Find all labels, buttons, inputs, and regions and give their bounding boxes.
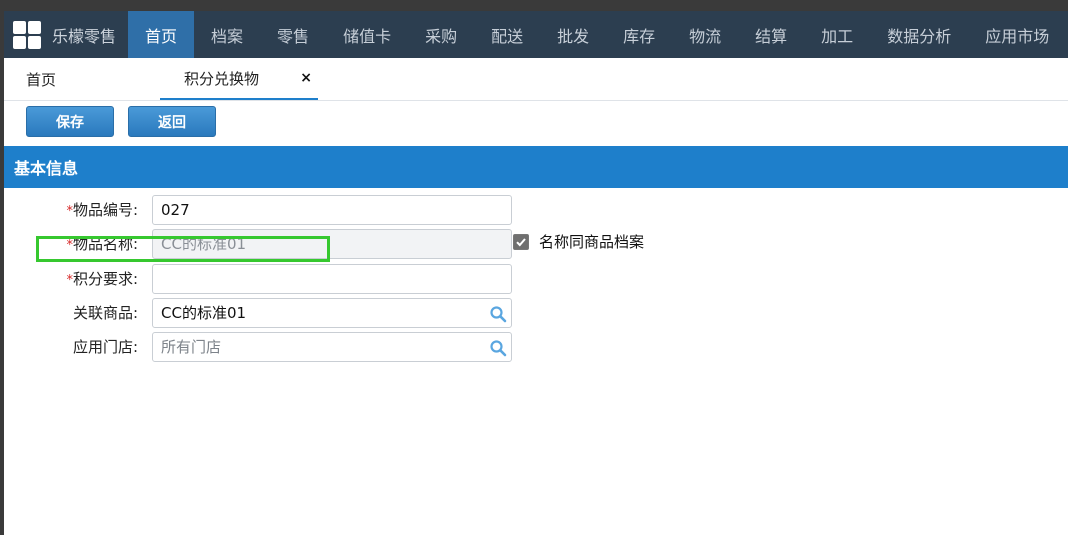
- section-header-basic-info: 基本信息: [4, 146, 1068, 188]
- applicable-store-label: 应用门店:: [72, 338, 138, 356]
- applicable-store-input[interactable]: 所有门店: [152, 332, 512, 362]
- points-requirement-label: *积分要求:: [66, 270, 138, 288]
- brand-name: 乐檬零售: [52, 26, 117, 46]
- close-icon[interactable]: ×: [300, 70, 312, 86]
- applicable-store-placeholder: 所有门店: [161, 338, 222, 356]
- checkmark-icon: [516, 237, 526, 246]
- same-name-checkbox[interactable]: [513, 233, 529, 250]
- nav-item-archive[interactable]: 档案: [194, 11, 260, 58]
- nav-item-purchase[interactable]: 采购: [408, 11, 474, 58]
- section-title: 基本信息: [14, 159, 79, 178]
- item-name-input[interactable]: CC的标准01: [152, 229, 512, 259]
- nav-item-inventory[interactable]: 库存: [606, 11, 672, 58]
- nav-item-settlement[interactable]: 结算: [738, 11, 804, 58]
- nav-item-data-analysis[interactable]: 数据分析: [870, 11, 968, 58]
- tab-points-exchange-item[interactable]: 积分兑换物 ×: [160, 58, 318, 100]
- app-grid-icon[interactable]: [10, 11, 44, 58]
- search-icon[interactable]: [489, 339, 507, 357]
- related-product-value: CC的标准01: [161, 304, 247, 322]
- window-top-edge: [0, 0, 1068, 11]
- nav-item-stored-value-card[interactable]: 储值卡: [326, 11, 408, 58]
- tab-bar: 首页 积分兑换物 ×: [4, 58, 1068, 101]
- top-navigation: 乐檬零售 首页 档案 零售 储值卡 采购 配送 批发 库存 物流 结算 加工 数…: [4, 11, 1068, 58]
- nav-item-home[interactable]: 首页: [128, 11, 195, 58]
- nav-item-delivery[interactable]: 配送: [474, 11, 540, 58]
- same-name-checkbox-row[interactable]: 名称同商品档案: [513, 231, 644, 252]
- item-code-input[interactable]: 027: [152, 195, 512, 225]
- same-name-checkbox-label: 名称同商品档案: [539, 233, 645, 251]
- related-product-label: 关联商品:: [72, 304, 138, 322]
- points-requirement-input[interactable]: [152, 264, 512, 294]
- nav-item-retail[interactable]: 零售: [260, 11, 326, 58]
- save-button[interactable]: 保存: [26, 106, 114, 137]
- nav-item-logistics[interactable]: 物流: [672, 11, 738, 58]
- search-icon[interactable]: [489, 305, 507, 323]
- item-name-label: *物品名称:: [66, 235, 138, 253]
- nav-item-wholesale[interactable]: 批发: [540, 11, 606, 58]
- nav-item-processing[interactable]: 加工: [804, 11, 870, 58]
- back-button[interactable]: 返回: [128, 106, 216, 137]
- tab-current-label: 积分兑换物: [184, 69, 260, 88]
- item-code-label: *物品编号:: [66, 201, 138, 219]
- app-window: 乐檬零售 首页 档案 零售 储值卡 采购 配送 批发 库存 物流 结算 加工 数…: [0, 0, 1068, 535]
- nav-item-app-market[interactable]: 应用市场: [968, 11, 1066, 58]
- related-product-input[interactable]: CC的标准01: [152, 298, 512, 328]
- tab-home-label: 首页: [26, 70, 57, 89]
- tab-home[interactable]: 首页: [26, 58, 56, 100]
